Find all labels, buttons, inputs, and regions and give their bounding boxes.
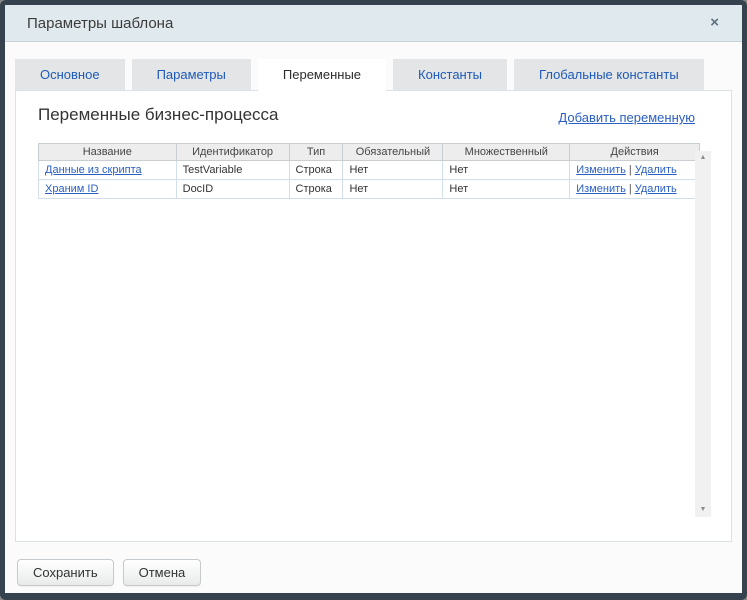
cancel-button[interactable]: Отмена xyxy=(123,559,202,586)
variable-identifier: DocID xyxy=(176,180,289,199)
variable-name-link[interactable]: Данные из скрипта xyxy=(45,164,142,176)
scroll-up-icon[interactable]: ▲ xyxy=(695,151,711,165)
variables-panel: Переменные бизнес-процесса Добавить пере… xyxy=(15,90,732,542)
action-separator: | xyxy=(629,164,632,176)
variable-type: Строка xyxy=(289,161,343,180)
variable-identifier: TestVariable xyxy=(176,161,289,180)
dialog-footer: Сохранить Отмена xyxy=(17,559,742,586)
close-icon[interactable]: × xyxy=(707,14,722,32)
panel-heading: Переменные бизнес-процесса xyxy=(38,105,279,125)
variable-name-link[interactable]: Храним ID xyxy=(45,183,98,195)
save-button[interactable]: Сохранить xyxy=(17,559,114,586)
column-header-identifier: Идентификатор xyxy=(176,144,289,161)
template-parameters-dialog: Параметры шаблона × Основное Параметры П… xyxy=(0,0,747,600)
tab-bar: Основное Параметры Переменные Константы … xyxy=(15,59,732,90)
edit-link[interactable]: Изменить xyxy=(576,164,626,176)
delete-link[interactable]: Удалить xyxy=(635,164,677,176)
variable-type: Строка xyxy=(289,180,343,199)
scroll-down-icon[interactable]: ▼ xyxy=(695,503,711,517)
table-row: Храним ID DocID Строка Нет Нет Изменить|… xyxy=(39,180,700,199)
variable-multiple: Нет xyxy=(443,180,570,199)
table-header-row: Название Идентификатор Тип Обязательный … xyxy=(39,144,700,161)
column-header-actions: Действия xyxy=(570,144,700,161)
dialog-titlebar: Параметры шаблона × xyxy=(5,5,742,42)
column-header-required: Обязательный xyxy=(343,144,443,161)
vertical-scrollbar[interactable]: ▲ ▼ xyxy=(695,151,711,517)
tab-constants[interactable]: Константы xyxy=(393,59,507,90)
edit-link[interactable]: Изменить xyxy=(576,183,626,195)
column-header-multiple: Множественный xyxy=(443,144,570,161)
tab-variables[interactable]: Переменные xyxy=(258,59,386,94)
add-variable-link[interactable]: Добавить переменную xyxy=(558,110,695,125)
variables-table: Название Идентификатор Тип Обязательный … xyxy=(38,143,700,199)
action-separator: | xyxy=(629,183,632,195)
delete-link[interactable]: Удалить xyxy=(635,183,677,195)
dialog-title: Параметры шаблона xyxy=(27,15,173,32)
variable-multiple: Нет xyxy=(443,161,570,180)
column-header-name: Название xyxy=(39,144,177,161)
variable-required: Нет xyxy=(343,161,443,180)
tab-main[interactable]: Основное xyxy=(15,59,125,90)
column-header-type: Тип xyxy=(289,144,343,161)
table-row: Данные из скрипта TestVariable Строка Не… xyxy=(39,161,700,180)
panel-header-row: Переменные бизнес-процесса Добавить пере… xyxy=(38,105,709,125)
tab-global-constants[interactable]: Глобальные константы xyxy=(514,59,704,90)
tab-parameters[interactable]: Параметры xyxy=(132,59,251,90)
variable-required: Нет xyxy=(343,180,443,199)
